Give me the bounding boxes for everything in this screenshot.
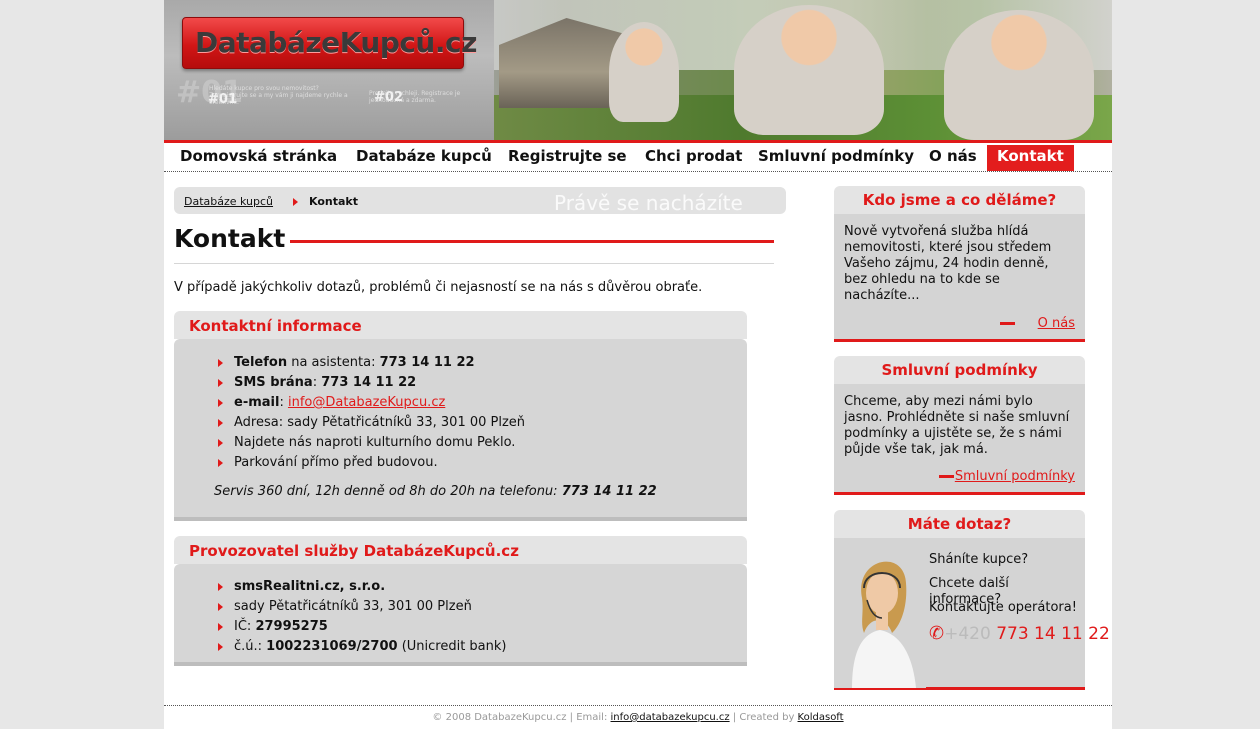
banner-family-image xyxy=(609,22,679,122)
breadcrumb-root-link[interactable]: Databáze kupců xyxy=(184,195,273,208)
sidebar-question-heading: Máte dotaz? xyxy=(834,510,1085,538)
list-item: Parkování přímo před budovou. xyxy=(214,453,747,473)
nav-sell[interactable]: Chci prodat xyxy=(635,145,752,171)
header-banner: #01 #01 #02 Hledáte kupce pro svou nemov… xyxy=(164,0,1112,140)
service-text: Servis 360 dní, 12h denně od 8h do 20h n… xyxy=(214,484,562,499)
banner-family-image-3 xyxy=(944,10,1094,140)
nav-home[interactable]: Domovská stránka xyxy=(170,145,347,171)
title-rule xyxy=(290,240,774,243)
sidebar-question-body: Sháníte kupce? Chcete další informace? K… xyxy=(834,538,1110,690)
main-nav: Domovská stránka Databáze kupců Registru… xyxy=(164,140,1112,172)
account-bank: (Unicredit bank) xyxy=(397,639,507,654)
list-item: č.ú.: 1002231069/2700 (Unicredit bank) xyxy=(214,637,747,657)
sidebar-about-text: Nově vytvořená služba hlídá nemovitosti,… xyxy=(844,224,1052,303)
breadcrumb-arrow-icon xyxy=(293,198,298,206)
list-item: IČ: 27995275 xyxy=(214,617,747,637)
contact-info-heading: Kontaktní informace xyxy=(174,311,747,339)
footer-created: | Created by xyxy=(729,712,798,723)
sidebar-about-body: Nově vytvořená služba hlídá nemovitosti,… xyxy=(834,214,1085,342)
operator-phone: ✆+420 773 14 11 22 xyxy=(929,623,1110,644)
nav-about[interactable]: O nás xyxy=(919,145,987,171)
list-item: SMS brána: 773 14 11 22 xyxy=(214,373,747,393)
breadcrumb: Databáze kupců Kontakt Právě se nacházít… xyxy=(174,187,786,215)
list-item: sady Pětatřicátníků 33, 301 00 Plzeň xyxy=(214,597,747,617)
phone-number: 773 14 11 22 xyxy=(996,624,1110,644)
phone-mid: na asistenta: xyxy=(287,355,380,370)
operator-body: smsRealitni.cz, s.r.o. sady Pětatřicátní… xyxy=(174,564,747,666)
sidebar-about-heading: Kdo jsme a co děláme? xyxy=(834,186,1085,214)
logo-text: DatabázeKupců.cz xyxy=(195,26,477,59)
terms-link[interactable]: Smluvní podmínky xyxy=(955,469,1075,485)
banner-family-image-2 xyxy=(734,5,884,135)
footer-copyright: © 2008 DatabazeKupcu.cz | Email: xyxy=(432,712,611,723)
email-mid: : xyxy=(279,395,288,410)
intro-text: V případě jakýchkoliv dotazů, problémů č… xyxy=(174,280,703,295)
phone-label: Telefon xyxy=(234,355,288,370)
site-logo[interactable]: DatabázeKupců.cz xyxy=(182,17,477,69)
link-dash-icon xyxy=(1000,322,1015,325)
sidebar-terms-text: Chceme, aby mezi námi bylo jasno. Prohlé… xyxy=(844,394,1070,457)
sms-mid: : xyxy=(312,375,322,390)
sidebar-terms-body: Chceme, aby mezi námi bylo jasno. Prohlé… xyxy=(834,384,1085,495)
sidebar-terms-heading: Smluvní podmínky xyxy=(834,356,1085,384)
contact-list: Telefon na asistenta: 773 14 11 22 SMS b… xyxy=(214,353,747,473)
link-dash-icon xyxy=(939,475,954,478)
account-label: č.ú.: xyxy=(234,639,267,654)
footer-author-link[interactable]: Koldasoft xyxy=(798,712,844,723)
about-link[interactable]: O nás xyxy=(1038,316,1075,332)
company-name: smsRealitni.cz, s.r.o. xyxy=(234,579,386,594)
footer-email-link[interactable]: info@databazekupcu.cz xyxy=(611,712,730,723)
footer: © 2008 DatabazeKupcu.cz | Email: info@da… xyxy=(164,705,1112,723)
contact-info-box: Kontaktní informace Telefon na asistenta… xyxy=(174,311,747,521)
sidebar-terms: Smluvní podmínky Chceme, aby mezi námi b… xyxy=(834,356,1085,495)
service-hours: Servis 360 dní, 12h denně od 8h do 20h n… xyxy=(214,484,747,499)
email-label: e-mail xyxy=(234,395,280,410)
question-line-1: Sháníte kupce? xyxy=(929,552,1029,567)
page-title: Kontakt xyxy=(174,224,286,253)
nav-register[interactable]: Registrujte se xyxy=(498,145,637,171)
list-item: Telefon na asistenta: 773 14 11 22 xyxy=(214,353,747,373)
breadcrumb-ghost-text: Právě se nacházíte xyxy=(554,191,743,215)
service-phone: 773 14 11 22 xyxy=(561,484,657,499)
page: #01 #01 #02 Hledáte kupce pro svou nemov… xyxy=(164,0,1112,729)
sms-label: SMS brána xyxy=(234,375,313,390)
nav-terms[interactable]: Smluvní podmínky xyxy=(748,145,924,171)
phone-icon: ✆ xyxy=(929,623,945,644)
ic-label: IČ: xyxy=(234,619,256,634)
operator-heading: Provozovatel služby DatabázeKupců.cz xyxy=(174,536,747,564)
sms-value: 773 14 11 22 xyxy=(321,375,417,390)
nav-buyers-database[interactable]: Databáze kupců xyxy=(346,145,502,171)
list-item: Najdete nás naproti kulturního domu Pekl… xyxy=(214,433,747,453)
list-item: e-mail: info@DatabazeKupcu.cz xyxy=(214,393,747,413)
sidebar-about: Kdo jsme a co děláme? Nově vytvořená slu… xyxy=(834,186,1085,342)
contact-info-body: Telefon na asistenta: 773 14 11 22 SMS b… xyxy=(174,339,747,521)
operator-photo xyxy=(834,538,926,688)
operator-list: smsRealitni.cz, s.r.o. sady Pětatřicátní… xyxy=(214,577,747,657)
ic-value: 27995275 xyxy=(255,619,328,634)
operator-box: Provozovatel služby DatabázeKupců.cz sms… xyxy=(174,536,747,666)
email-link[interactable]: info@DatabazeKupcu.cz xyxy=(288,395,445,410)
banner-scribble-1: Hledáte kupce pro svou nemovitost? Zareg… xyxy=(209,85,348,106)
breadcrumb-current: Kontakt xyxy=(309,195,358,208)
question-line-3: Kontaktujte operátora! xyxy=(929,600,1077,615)
title-divider xyxy=(174,263,774,264)
phone-prefix: +420 xyxy=(944,624,997,644)
phone-value: 773 14 11 22 xyxy=(379,355,475,370)
sidebar-question: Máte dotaz? Sháníte kupce? Chcete další … xyxy=(834,510,1110,690)
nav-contact[interactable]: Kontakt xyxy=(987,145,1074,171)
banner-scribble-2: Prodejte rychleji. Registrace je jednodu… xyxy=(369,90,461,104)
list-item: smsRealitni.cz, s.r.o. xyxy=(214,577,747,597)
list-item: Adresa: sady Pětatřicátníků 33, 301 00 P… xyxy=(214,413,747,433)
account-value: 1002231069/2700 xyxy=(266,639,398,654)
